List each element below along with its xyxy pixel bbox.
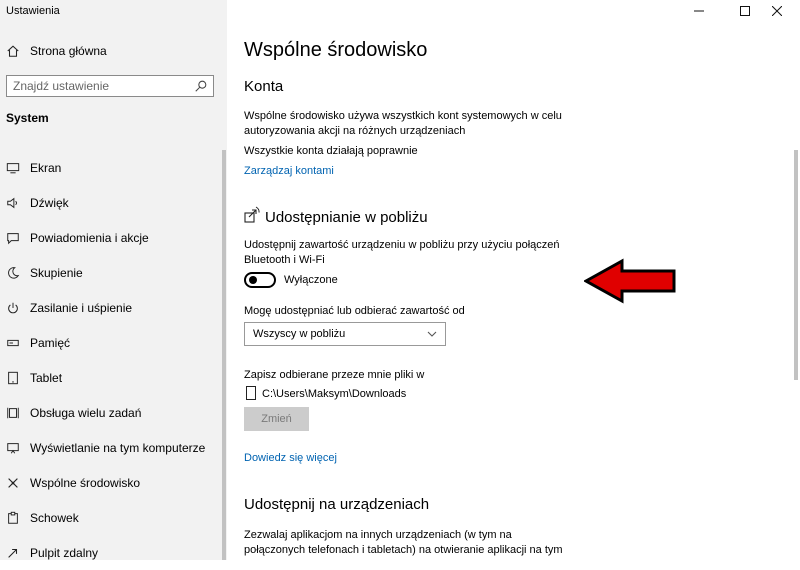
- accounts-status: Wszystkie konta działają poprawnie: [244, 145, 418, 157]
- sidebar-item-shared-experiences[interactable]: Wspólne środowisko: [0, 465, 222, 500]
- project-icon: [5, 440, 21, 456]
- home-icon: [5, 43, 21, 59]
- change-button[interactable]: Zmień: [244, 407, 309, 431]
- multitasking-icon: [5, 405, 21, 421]
- sidebar-item-multitasking[interactable]: Obsługa wielu zadań: [0, 395, 222, 430]
- sidebar-item-label: Ekran: [30, 160, 62, 175]
- save-location-label: Zapisz odbierane przeze mnie pliki w: [244, 369, 425, 381]
- sidebar-item-label: Zasilanie i uśpienie: [30, 300, 133, 315]
- manage-accounts-link[interactable]: Zarządzaj kontami: [244, 165, 334, 177]
- sidebar-item-label: Wspólne środowisko: [30, 475, 141, 490]
- sidebar-item-label: Dźwięk: [30, 195, 69, 210]
- chevron-down-icon: [427, 331, 437, 337]
- annotation-arrow-icon: [584, 258, 676, 304]
- moon-icon: [5, 265, 21, 281]
- sidebar: Ustawienia Strona główna System Ekran Dź…: [0, 0, 227, 560]
- sidebar-item-label: Tablet: [30, 370, 63, 385]
- sidebar-item-focus[interactable]: Skupienie: [0, 255, 222, 290]
- page-title: Wspólne środowisko: [244, 39, 428, 61]
- sidebar-item-label: Powiadomienia i akcje: [30, 230, 149, 245]
- notification-icon: [5, 230, 21, 246]
- sidebar-item-dzwiek[interactable]: Dźwięk: [0, 185, 222, 220]
- share-from-dropdown[interactable]: Wszyscy w pobliżu: [244, 322, 446, 346]
- clipboard-icon: [5, 510, 21, 526]
- speaker-icon: [5, 195, 21, 211]
- sidebar-item-projecting[interactable]: Wyświetlanie na tym komputerze: [0, 430, 222, 465]
- sidebar-scrollbar[interactable]: [222, 150, 226, 560]
- sidebar-nav: Ekran Dźwięk Powiadomienia i akcje Skupi…: [0, 150, 222, 570]
- sidebar-item-notifications[interactable]: Powiadomienia i akcje: [0, 220, 222, 255]
- save-location-path: C:\Users\Maksym\Downloads: [262, 388, 407, 400]
- sidebar-item-storage[interactable]: Pamięć: [0, 325, 222, 360]
- app-title: Ustawienia: [6, 5, 60, 17]
- share-icon: [244, 206, 260, 223]
- sidebar-item-clipboard[interactable]: Schowek: [0, 500, 222, 535]
- sidebar-item-power[interactable]: Zasilanie i uśpienie: [0, 290, 222, 325]
- monitor-icon: [5, 160, 21, 176]
- sidebar-item-label: Obsługa wielu zadań: [30, 405, 142, 420]
- sidebar-item-tablet[interactable]: Tablet: [0, 360, 222, 395]
- toggle-state-label: Wyłączone: [284, 274, 338, 286]
- main-content: Wspólne środowisko Konta Wspólne środowi…: [244, 0, 784, 560]
- sidebar-home[interactable]: Strona główna: [0, 40, 227, 62]
- search-icon: [194, 79, 208, 93]
- file-icon: [246, 386, 256, 400]
- share-across-devices-description: Zezwalaj aplikacjom na innych urządzenia…: [244, 529, 563, 556]
- learn-more-link[interactable]: Dowiedz się więcej: [244, 452, 337, 464]
- main-scrollbar[interactable]: [794, 150, 798, 380]
- remote-desktop-icon: [5, 545, 21, 561]
- nearby-sharing-heading: Udostępnianie w pobliżu: [265, 209, 428, 226]
- share-from-value: Wszyscy w pobliżu: [253, 328, 346, 340]
- sidebar-home-label: Strona główna: [30, 44, 107, 58]
- sidebar-item-label: Wyświetlanie na tym komputerze: [30, 440, 206, 455]
- nearby-sharing-toggle[interactable]: [244, 272, 276, 288]
- power-icon: [5, 300, 21, 316]
- sidebar-item-ekran[interactable]: Ekran: [0, 150, 222, 185]
- tablet-icon: [5, 370, 21, 386]
- share-from-label: Mogę udostępniać lub odbierać zawartość …: [244, 305, 465, 317]
- search-input[interactable]: [7, 79, 187, 93]
- sidebar-section-title: System: [6, 111, 49, 125]
- share-across-devices-heading: Udostępnij na urządzeniach: [244, 496, 430, 513]
- search-box[interactable]: [6, 75, 214, 97]
- sidebar-item-label: Pulpit zdalny: [30, 545, 99, 560]
- sidebar-item-label: Pamięć: [30, 335, 71, 350]
- sidebar-item-remote-desktop[interactable]: Pulpit zdalny: [0, 535, 222, 570]
- accounts-description: Wspólne środowisko używa wszystkich kont…: [244, 110, 562, 137]
- nearby-sharing-description: Udostępnij zawartość urządzeniu w pobliż…: [244, 239, 560, 266]
- toggle-knob: [249, 276, 257, 284]
- sidebar-item-label: Skupienie: [30, 265, 83, 280]
- accounts-heading: Konta: [244, 78, 284, 95]
- sidebar-item-label: Schowek: [30, 510, 79, 525]
- storage-icon: [5, 335, 21, 351]
- shared-experiences-icon: [5, 475, 21, 491]
